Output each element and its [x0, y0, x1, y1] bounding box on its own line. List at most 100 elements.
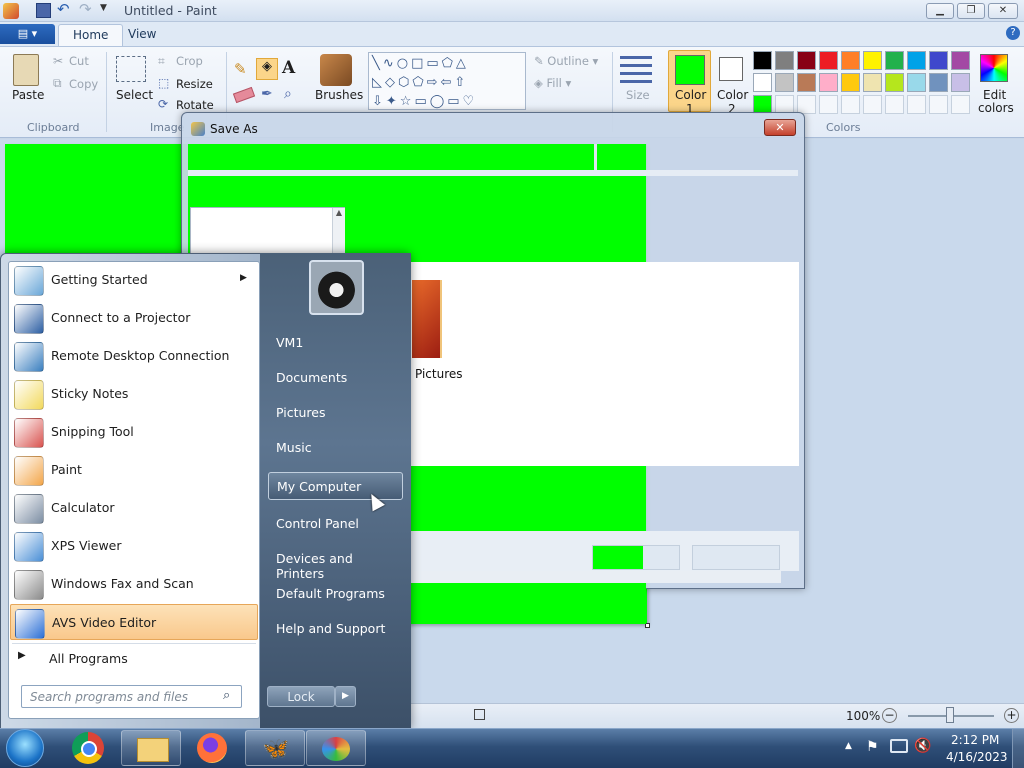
start-menu-place-documents[interactable]: Documents — [268, 364, 403, 392]
palette-swatch[interactable] — [907, 95, 926, 114]
palette-swatch[interactable] — [819, 51, 838, 70]
start-menu-place-control-panel[interactable]: Control Panel — [268, 510, 403, 538]
palette-swatch[interactable] — [797, 73, 816, 92]
palette-swatch[interactable] — [753, 73, 772, 92]
start-menu-place-devices-and-printers[interactable]: Devices and Printers — [268, 545, 403, 581]
start-menu-place-music[interactable]: Music — [268, 434, 403, 462]
undo-icon[interactable]: ↶ — [57, 2, 72, 18]
palette-swatch[interactable] — [863, 73, 882, 92]
brushes-icon[interactable] — [320, 54, 352, 86]
palette-swatch[interactable] — [863, 51, 882, 70]
search-programs-input[interactable]: Search programs and files ⌕ — [21, 685, 242, 708]
paint-taskbar-button[interactable] — [306, 730, 366, 766]
redo-icon[interactable]: ↷ — [79, 2, 94, 18]
maximize-button[interactable]: ❐ — [957, 3, 985, 19]
show-desktop-button[interactable] — [1012, 729, 1024, 768]
rotate-button[interactable]: Rotate — [176, 98, 214, 112]
palette-swatch[interactable] — [907, 51, 926, 70]
select-button[interactable]: Select — [116, 88, 153, 102]
palette-swatch[interactable] — [951, 73, 970, 92]
palette-swatch[interactable] — [863, 95, 882, 114]
lock-button[interactable]: Lock — [267, 686, 335, 707]
start-menu-item[interactable]: Getting Started ▶ — [10, 262, 258, 298]
paint-menu-button[interactable]: ▤ ▾ — [0, 24, 55, 44]
palette-swatch[interactable] — [775, 73, 794, 92]
paint-app-icon[interactable] — [3, 3, 19, 19]
clock-time[interactable]: 2:12 PM — [951, 733, 999, 747]
shape-fill-button[interactable]: ◈ Fill ▾ — [534, 76, 571, 90]
edit-colors-line2[interactable]: colors — [978, 101, 1014, 115]
color2-swatch[interactable] — [719, 57, 743, 81]
fill-bucket-icon[interactable]: ◈ — [256, 58, 278, 80]
shape-outline-button[interactable]: ✎ Outline ▾ — [534, 54, 598, 68]
shutdown-options-arrow-icon[interactable]: ▶ — [335, 686, 356, 707]
all-programs-button[interactable]: All Programs — [49, 651, 128, 666]
palette-swatch[interactable] — [841, 73, 860, 92]
start-menu-item[interactable]: Remote Desktop Connection — [10, 338, 258, 374]
firefox-taskbar-icon[interactable] — [197, 733, 227, 763]
color-picker-icon[interactable]: ✒ — [261, 86, 273, 102]
palette-swatch[interactable] — [907, 73, 926, 92]
cancel-button[interactable] — [692, 545, 780, 570]
show-hidden-icons-icon[interactable]: ▲ — [845, 741, 852, 751]
qat-dropdown-icon[interactable]: ▼ — [100, 3, 115, 18]
dialog-close-button[interactable]: ✕ — [764, 119, 796, 136]
pencil-icon[interactable]: ✎ — [234, 60, 254, 80]
zoom-in-button[interactable]: + — [1004, 708, 1019, 723]
size-button[interactable]: Size — [626, 88, 650, 102]
help-icon[interactable]: ? — [1006, 26, 1020, 40]
copy-button[interactable]: Copy — [69, 77, 98, 91]
start-menu-item[interactable]: XPS Viewer — [10, 528, 258, 564]
action-center-flag-icon[interactable]: ⚑ — [866, 739, 879, 755]
brushes-button[interactable]: Brushes — [315, 88, 363, 102]
palette-swatch[interactable] — [841, 51, 860, 70]
start-menu-place-help-and-support[interactable]: Help and Support — [268, 615, 403, 643]
minimize-button[interactable]: ▁ — [926, 3, 954, 19]
text-icon[interactable]: A — [282, 58, 295, 78]
resize-button[interactable]: Resize — [176, 77, 213, 91]
save-button[interactable] — [592, 545, 680, 570]
palette-swatch[interactable] — [819, 95, 838, 114]
magnifier-icon[interactable]: ⌕ — [284, 86, 292, 102]
palette-swatch[interactable] — [885, 51, 904, 70]
dialog-search-box[interactable] — [594, 144, 646, 170]
palette-swatch[interactable] — [797, 51, 816, 70]
start-menu-item[interactable]: Windows Fax and Scan — [10, 566, 258, 602]
start-menu-item[interactable]: Calculator — [10, 490, 258, 526]
palette-swatch[interactable] — [753, 51, 772, 70]
start-menu-item[interactable]: Paint — [10, 452, 258, 488]
cut-button[interactable]: Cut — [69, 54, 89, 68]
clock-date[interactable]: 4/16/2023 — [946, 750, 1008, 764]
palette-swatch[interactable] — [929, 73, 948, 92]
palette-swatch[interactable] — [951, 95, 970, 114]
tab-view[interactable]: View — [114, 24, 170, 46]
volume-muted-icon[interactable]: 🔇 — [914, 738, 931, 754]
color2-label[interactable]: Color — [717, 88, 748, 102]
crop-button[interactable]: Crop — [176, 54, 203, 68]
start-menu-item[interactable]: AVS Video Editor — [10, 604, 258, 640]
zoom-out-button[interactable]: − — [882, 708, 897, 723]
palette-swatch[interactable] — [885, 73, 904, 92]
avs-video-editor-taskbar-button[interactable]: 🦋 — [245, 730, 305, 766]
start-menu-item[interactable]: Connect to a Projector — [10, 300, 258, 336]
start-menu-item[interactable]: Sticky Notes — [10, 376, 258, 412]
start-menu-place-vm1[interactable]: VM1 — [268, 329, 403, 357]
palette-swatch[interactable] — [885, 95, 904, 114]
shapes-gallery[interactable]: ╲∿○□▭⬠△ ◺◇⬡⬠⇨⇦⇧ ⇩✦☆▭◯▭♡ — [368, 52, 526, 110]
user-avatar[interactable] — [309, 260, 364, 315]
dialog-file-view[interactable] — [411, 262, 799, 466]
size-icon[interactable] — [620, 56, 652, 84]
start-menu-place-pictures[interactable]: Pictures — [268, 399, 403, 427]
palette-swatch[interactable] — [775, 51, 794, 70]
start-orb-icon[interactable] — [6, 729, 44, 767]
start-menu-place-default-programs[interactable]: Default Programs — [268, 580, 403, 608]
dialog-address-bar[interactable] — [188, 144, 598, 170]
palette-swatch[interactable] — [841, 95, 860, 114]
start-menu-place-my-computer[interactable]: My Computer — [268, 472, 403, 500]
start-menu-item[interactable]: Snipping Tool — [10, 414, 258, 450]
palette-swatch[interactable] — [929, 95, 948, 114]
pictures-folder-label[interactable]: Pictures — [415, 367, 463, 381]
paste-button[interactable]: Paste — [12, 88, 44, 102]
palette-swatch[interactable] — [819, 73, 838, 92]
close-button[interactable]: ✕ — [988, 3, 1018, 19]
